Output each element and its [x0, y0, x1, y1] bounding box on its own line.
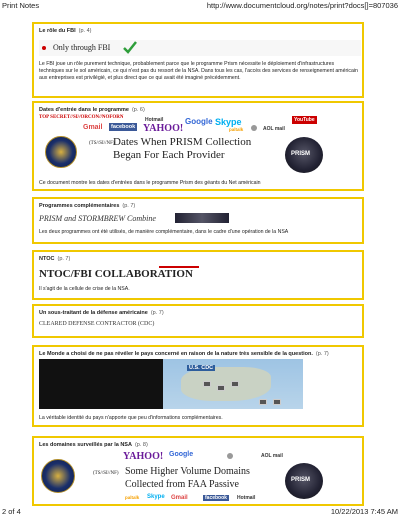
- excerpt-text: CLEARED DEFENSE CONTRACTOR (CDC): [39, 321, 155, 327]
- note-monitored-domains: Les domaines surveillés par la NSA (p. 8)…: [32, 436, 364, 506]
- note-defense-contractor: Un sous-traitant de la défense américain…: [32, 304, 364, 338]
- prism-banner-image: [175, 213, 229, 223]
- note-title: Les domaines surveillés par la NSA (p. 8): [39, 442, 148, 448]
- skype-logo: Skype: [215, 117, 242, 127]
- computer-icon-4: [259, 399, 267, 405]
- note-fbi-role: Le rôle du FBI (p. 4) Only through FBI Le…: [32, 22, 364, 98]
- red-rule: [159, 266, 199, 268]
- print-footer: 2 of 4 10/22/2013 7:45 AM: [0, 506, 400, 518]
- note-text: Ce document montre les dates d'entrées d…: [39, 180, 261, 186]
- computer-icon-5: [273, 399, 281, 405]
- note-title: Le Monde a choisi de ne pas révéler le p…: [39, 351, 329, 357]
- apple-icon: [227, 453, 233, 459]
- excerpt-image: U.S. CDC: [39, 359, 329, 409]
- excerpt-heading-line1: Some Higher Volume Domains: [125, 466, 250, 477]
- prism-logo-icon: PRISM: [285, 463, 323, 499]
- youtube-logo: YouTube: [292, 116, 317, 124]
- excerpt-image: PRISM and STORMBREW Combine: [39, 213, 279, 225]
- hotmail-logo: Hotmail: [237, 495, 256, 501]
- google-logo: Google: [185, 117, 213, 126]
- classification-marking: TOP SECRET//SI//ORCON//NOFORN: [39, 115, 124, 120]
- note-title: Dates d'entrée dans le programme (p. 6): [39, 107, 145, 113]
- us-landmass: [181, 367, 271, 401]
- note-title: Programmes complémentaires (p. 7): [39, 203, 136, 209]
- excerpt-image: Only through FBI: [39, 40, 361, 56]
- excerpt-marking: (TS//SI//NF): [89, 141, 115, 146]
- page-url: http://www.documentcloud.org/notes/print…: [206, 1, 398, 10]
- print-timestamp: 10/22/2013 7:45 AM: [330, 507, 398, 516]
- checkmark-icon: [123, 41, 137, 54]
- yahoo-logo: YAHOO!: [143, 123, 184, 134]
- excerpt-heading: NTOC/FBI COLLABORATION: [39, 268, 193, 280]
- page-counter: 2 of 4: [2, 507, 21, 516]
- note-text: Les deux programmes ont été utilisés, de…: [39, 229, 289, 235]
- note-text: Il s'agit de la cellule de crise de la N…: [39, 286, 130, 292]
- note-text: Le FBI joue un rôle purement technique, …: [39, 61, 358, 81]
- paltalk-logo: paltalk: [125, 495, 140, 500]
- excerpt-image: TOP SECRET//SI//ORCON//NOFORN Gmail face…: [39, 115, 329, 175]
- note-entry-dates: Dates d'entrée dans le programme (p. 6) T…: [32, 101, 364, 191]
- nsa-seal-icon: [45, 136, 77, 168]
- note-text: La véritable identité du pays n'apporte …: [39, 415, 223, 421]
- excerpt-image: NTOC/FBI COLLABORATION: [39, 266, 239, 282]
- paltalk-logo: paltalk: [229, 127, 244, 132]
- prism-logo-icon: PRISM: [285, 137, 323, 173]
- skype-logo: Skype: [147, 494, 165, 500]
- excerpt-heading-line2: Collected from FAA Passive: [125, 479, 239, 490]
- note-title: NTOC (p. 7): [39, 256, 71, 262]
- aol-mail-logo: AOL mail: [263, 126, 285, 132]
- note-title: Un sous-traitant de la défense américain…: [39, 310, 164, 316]
- excerpt-text: PRISM and STORMBREW Combine: [39, 214, 156, 223]
- excerpt-heading-line1: Dates When PRISM Collection: [113, 136, 252, 148]
- gmail-logo: Gmail: [171, 495, 188, 501]
- gmail-logo: Gmail: [83, 124, 103, 131]
- facebook-logo: facebook: [203, 495, 229, 501]
- note-title: Le rôle du FBI (p. 4): [39, 28, 92, 34]
- apple-icon: [251, 125, 257, 131]
- nsa-seal-icon: [41, 459, 75, 493]
- bullet-icon: [42, 46, 46, 50]
- print-header: Print Notes http://www.documentcloud.org…: [0, 0, 400, 12]
- computer-icon-1: [203, 381, 211, 387]
- google-logo: Google: [169, 451, 194, 458]
- note-ntoc: NTOC (p. 7) NTOC/FBI COLLABORATION Il s'a…: [32, 250, 364, 300]
- facebook-logo: facebook: [109, 123, 138, 131]
- computer-icon-3: [231, 381, 239, 387]
- excerpt-heading-line2: Began For Each Provider: [113, 149, 225, 161]
- excerpt-text: Only through FBI: [53, 43, 111, 52]
- map-label: U.S. CDC: [187, 365, 216, 371]
- world-map-image: U.S. CDC: [163, 359, 303, 409]
- excerpt-image: YAHOO! Google AOL mail Gmail facebook Ho…: [39, 451, 329, 504]
- excerpt-marking: (TS//SI//NF): [93, 471, 119, 476]
- aol-mail-logo: AOL mail: [261, 453, 283, 459]
- yahoo-logo: YAHOO!: [123, 451, 164, 462]
- note-complementary-programs: Programmes complémentaires (p. 7) PRISM a…: [32, 197, 364, 244]
- redacted-map-region: [39, 359, 163, 409]
- note-country-undisclosed: Le Monde a choisi de ne pas révéler le p…: [32, 345, 364, 427]
- page-title: Print Notes: [2, 1, 40, 10]
- computer-icon-2: [217, 385, 225, 391]
